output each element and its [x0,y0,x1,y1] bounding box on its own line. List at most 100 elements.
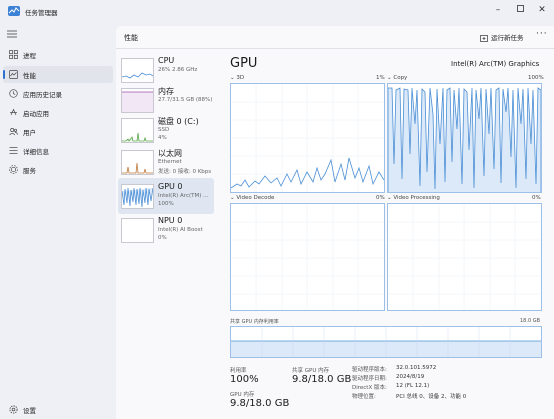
memory-mini-graph [122,91,153,112]
sidebar-item-app-history[interactable]: 应用历史记录 [3,85,113,102]
gpu-memory-label: GPU 内存 [230,392,255,398]
gpu-mini-graph [122,187,153,208]
device-subtext: 发送: 0 接收: 0 Kbps [158,169,212,175]
device-name: CPU [158,56,175,65]
device-thumbnail [121,150,154,175]
driver-date-value: 2024/8/19 [396,374,425,380]
graph-3d [230,83,385,193]
device-item-gpu[interactable]: GPU 0 Intel(R) Arc(TM) ... 100% [118,178,214,214]
device-name: 内存 [158,87,174,96]
graph-label-text: Copy [393,75,408,81]
users-icon [9,128,18,136]
graph-value-3d: 1% [376,75,385,81]
graph-video-decode-plot [231,204,384,310]
graph-value-video-processing: 0% [532,195,541,201]
active-indicator [3,70,5,79]
task-manager-icon [8,6,20,16]
device-name: 磁盘 0 (C:) [158,117,199,126]
sidebar-item-performance[interactable]: 性能 [3,66,113,83]
hamburger-menu-icon[interactable] [7,30,17,38]
run-task-icon [480,34,488,42]
device-thumbnail [121,88,154,113]
maximize-icon [516,5,524,12]
graph-value-video-decode: 0% [376,195,385,201]
graph-label-video-decode: ⌄ Video Decode [230,195,275,201]
ethernet-mini-graph [122,162,153,174]
sidebar-item-details[interactable]: 详细信息 [3,142,113,159]
device-item-ethernet[interactable]: 以太网 Ethernet 发送: 0 接收: 0 Kbps [118,144,214,180]
sidebar-item-label: 用户 [23,129,36,137]
device-thumbnail [121,218,154,243]
sidebar-item-label: 启动应用 [23,110,49,118]
header-divider [116,48,554,49]
sidebar-item-startup[interactable]: 启动应用 [3,104,113,121]
graph-label-text: 3D [236,75,245,81]
npu-mini-graph [122,219,153,242]
gpu-model: Intel(R) Arc(TM) Graphics [451,60,540,68]
driver-date-label: 驱动程序日期: [352,376,387,382]
sidebar-item-processes[interactable]: 进程 [3,46,113,63]
graph-copy [387,83,542,193]
physical-location-label: 物理位置: [352,394,376,400]
maximize-button[interactable] [512,3,528,17]
settings-label: 设置 [23,407,36,415]
window-title: 任务管理器 [25,9,58,17]
grid-icon [9,50,18,59]
graph-copy-plot [388,87,541,192]
device-subtext: Intel(R) AI Boost [158,227,203,233]
gpu-title: GPU [230,56,258,71]
shared-gpu-memory-value: 9.8/18.0 GB [292,374,352,385]
device-subtext: 0% [158,235,167,241]
device-thumbnail [121,58,154,83]
graph-label-3d: ⌄ 3D [230,75,245,81]
device-subtext: 26% 2.86 GHz [158,67,198,73]
utilization-value: 100% [230,374,259,385]
sidebar-item-services[interactable]: 服务 [3,161,113,178]
device-subtext: 100% [158,201,174,207]
shared-gpu-memory-label: 共享 GPU 内存 [292,368,330,374]
device-subtext: Ethernet [158,159,182,165]
disk-mini-graph [122,132,153,142]
details-icon [9,147,18,154]
device-subtext: 4% [158,135,167,141]
close-button[interactable]: ✕ [534,3,550,17]
sidebar-item-label: 性能 [23,72,36,80]
device-subtext: Intel(R) Arc(TM) ... [158,193,209,199]
device-item-npu[interactable]: NPU 0 Intel(R) AI Boost 0% [118,212,214,248]
minimize-button[interactable]: – [490,3,506,17]
directx-version-label: DirectX 版本: [352,385,387,391]
performance-icon [9,70,18,79]
device-name: NPU 0 [158,216,183,225]
history-icon [9,89,18,98]
graph-video-decode [230,203,385,311]
graph-label-copy: ⌄ Copy [387,75,408,81]
page-title: 性能 [124,34,138,42]
device-thumbnail [121,184,154,209]
startup-icon [10,108,17,116]
sidebar-item-label: 进程 [23,52,36,60]
title-bar: 任务管理器 – ✕ [0,0,554,22]
shared-memory-label: 共享 GPU 内存利用率 [230,319,279,325]
main-panel: 性能 运行新任务 ··· CPU 26% 2.86 GHz 内存 27.7/31… [116,26,554,419]
sidebar-item-settings[interactable]: 设置 [3,401,113,418]
device-name: GPU 0 [158,182,183,191]
gpu-memory-value: 9.8/18.0 GB [230,398,290,409]
utilization-label: 利用率 [230,368,247,374]
sidebar: 进程 性能 应用历史记录 启动应用 用户 详细信息 服务 设置 [0,22,116,419]
more-options-button[interactable]: ··· [536,29,548,39]
sidebar-item-users[interactable]: 用户 [3,123,113,140]
device-item-disk[interactable]: 磁盘 0 (C:) SSD 4% [118,112,214,148]
shared-memory-max: 18.0 GB [520,318,541,324]
run-task-label: 运行新任务 [491,34,524,42]
graph-value-copy: 100% [528,75,544,81]
cpu-mini-graph [122,72,153,79]
graph-label-video-processing: ⌄ Video Processing [387,195,440,201]
graph-video-processing-plot [388,204,541,310]
graph-label-text: Video Processing [393,195,440,201]
graph-label-text: Video Decode [236,195,275,201]
graph-shared-memory-plot [231,327,541,357]
graph-video-processing [387,203,542,311]
sidebar-item-label: 详细信息 [23,148,49,156]
run-new-task-button[interactable]: 运行新任务 [480,32,524,42]
graph-3d-plot [231,84,384,192]
